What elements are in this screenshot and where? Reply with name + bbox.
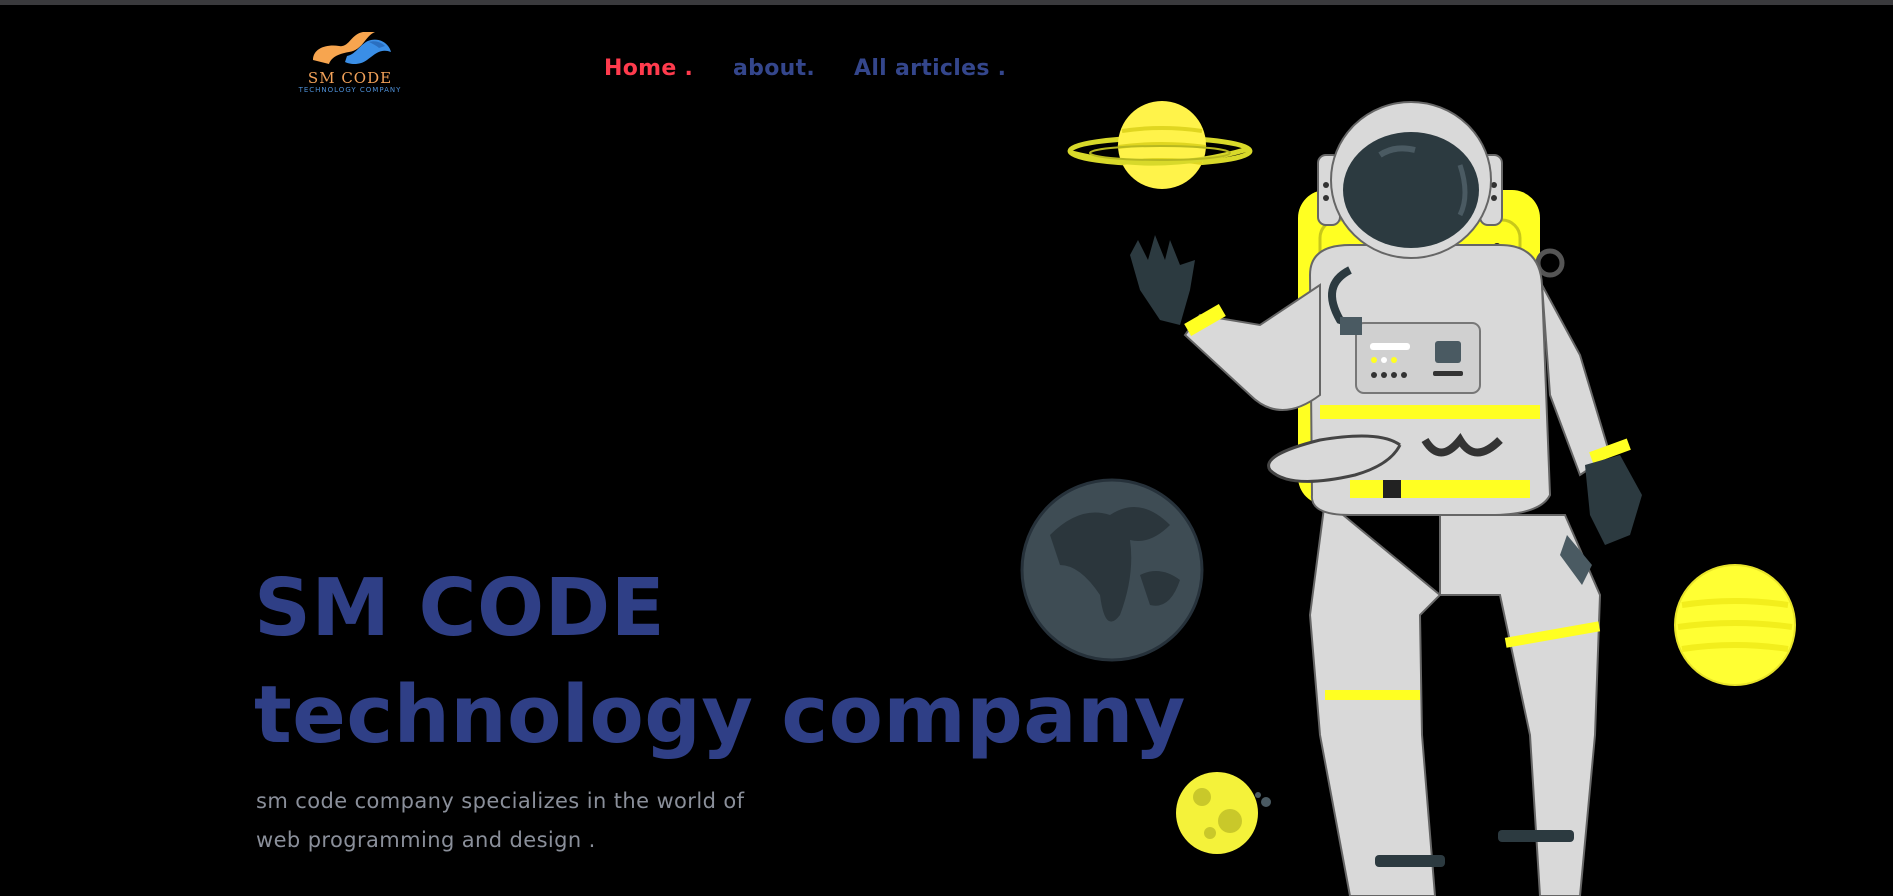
hero-title-line1: SM CODE — [254, 562, 666, 654]
window-top-border — [0, 0, 1893, 5]
logo-tagline: TECHNOLOGY COMPANY — [298, 86, 402, 94]
space-illustration — [1020, 101, 1796, 896]
yellow-planet-icon — [1674, 564, 1796, 686]
hero-title: SM CODE technology company — [254, 555, 1186, 769]
nav-all-articles-link[interactable]: All articles . — [854, 56, 1006, 81]
nav-home-link[interactable]: Home . — [604, 56, 693, 81]
hero-description: sm code company specializes in the world… — [256, 782, 816, 860]
hero-title-line2: technology company — [254, 669, 1186, 761]
brand-logo[interactable]: SM CODE TECHNOLOGY COMPANY — [290, 28, 410, 108]
nav-about-link[interactable]: about. — [733, 56, 815, 81]
hero-description-line1: sm code company specializes in the world… — [256, 789, 745, 813]
ringed-planet-icon — [1067, 101, 1253, 189]
hero-description-line2: web programming and design . — [256, 828, 596, 852]
logo-name: SM CODE — [307, 69, 393, 87]
moon-icon — [1176, 772, 1271, 854]
logo-icon — [313, 32, 391, 64]
